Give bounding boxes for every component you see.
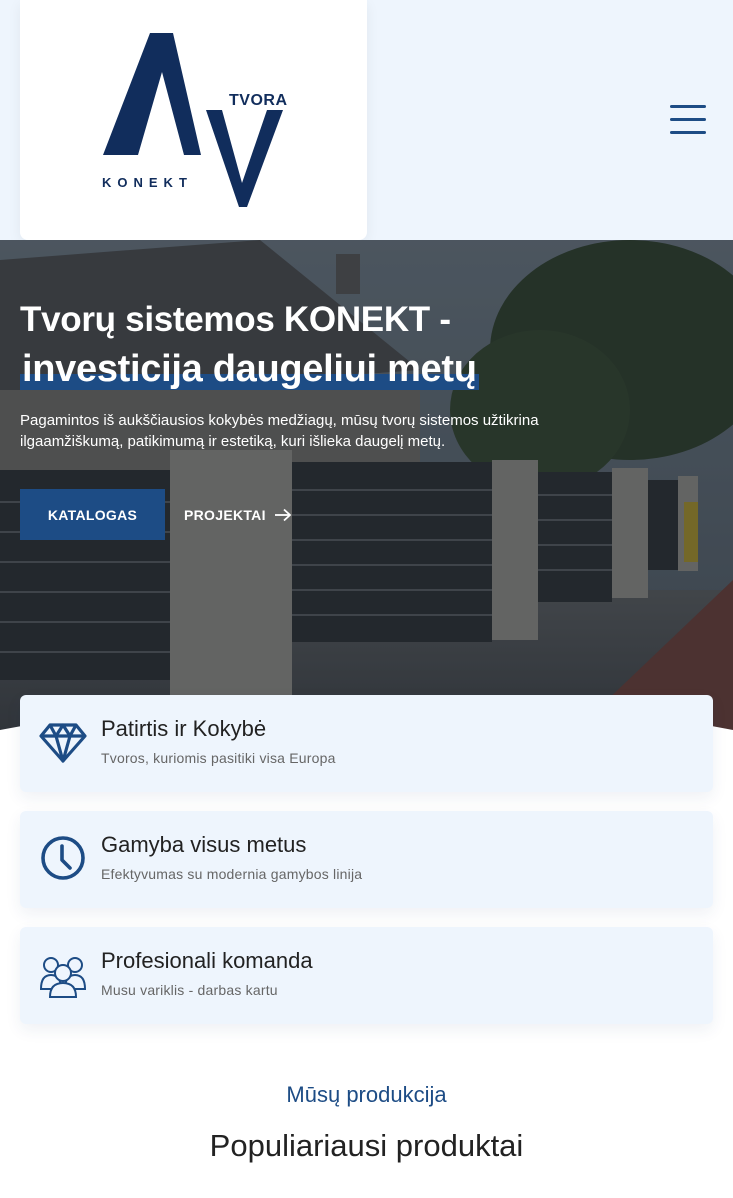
- feature-card-team: Profesionali komanda Musu variklis - dar…: [20, 927, 713, 1024]
- diamond-icon: [39, 723, 87, 763]
- feature-card-production: Gamyba visus metus Efektyvumas su modern…: [20, 811, 713, 908]
- clock-icon: [41, 836, 85, 880]
- header-bar: TVORA KONEKT: [0, 0, 733, 240]
- feature-title: Patirtis ir Kokybė: [101, 716, 267, 741]
- hero-title-line2: investicija daugeliui metų: [20, 348, 479, 391]
- hero-title-highlight: investicija daugeliui metų: [20, 348, 479, 390]
- team-icon: [39, 957, 87, 998]
- logo-text-tvora: TVORA: [229, 92, 288, 109]
- feature-title: Gamyba visus metus: [101, 832, 307, 857]
- feature-title: Profesionali komanda: [101, 948, 313, 973]
- feature-subtitle: Musu variklis - darbas kartu: [101, 982, 278, 998]
- feature-subtitle: Efektyvumas su modernia gamybos linija: [101, 866, 363, 882]
- logo-card[interactable]: TVORA KONEKT: [20, 0, 367, 240]
- feature-card-quality: Patirtis ir Kokybė Tvoros, kuriomis pasi…: [20, 695, 713, 792]
- section-kicker: Mūsų produkcija: [286, 1082, 447, 1107]
- projects-link-label: PROJEKTAI: [184, 506, 266, 523]
- projects-link[interactable]: PROJEKTAI: [184, 489, 292, 540]
- hero-subtitle: Pagamintos iš aukščiausios kokybės medži…: [20, 412, 539, 450]
- hamburger-menu-icon[interactable]: [664, 100, 712, 140]
- hero-title-line1: Tvorų sistemos KONEKT -: [20, 300, 451, 339]
- arrow-right-icon: [274, 508, 292, 521]
- konekt-logo: TVORA KONEKT: [102, 33, 288, 207]
- feature-subtitle: Tvoros, kuriomis pasitiki visa Europa: [101, 750, 336, 766]
- section-title: Populiariausi produktai: [209, 1128, 524, 1163]
- catalog-button[interactable]: KATALOGAS: [20, 489, 165, 540]
- logo-text-konekt: KONEKT: [102, 175, 193, 190]
